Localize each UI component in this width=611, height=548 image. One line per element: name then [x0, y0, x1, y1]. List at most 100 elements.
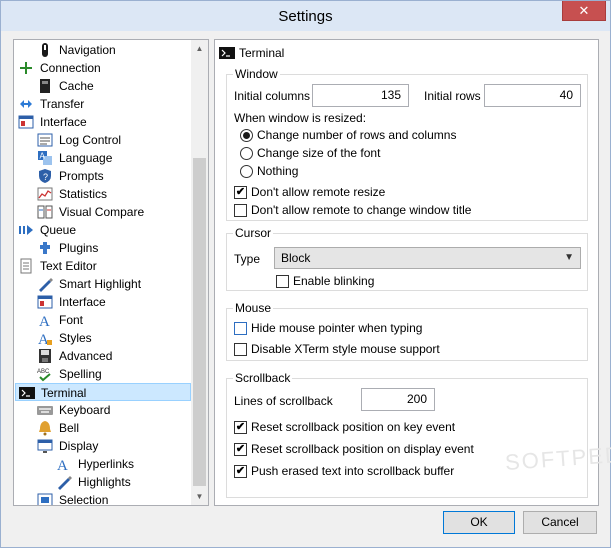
- radio-label: Change number of rows and columns: [257, 128, 457, 142]
- radio-dot[interactable]: [240, 129, 253, 142]
- checkbox-box[interactable]: ✔: [234, 421, 247, 434]
- scrollbar-thumb[interactable]: [193, 158, 206, 486]
- tree-item-plugins[interactable]: Plugins: [37, 239, 189, 257]
- checkbox-box[interactable]: [234, 204, 247, 217]
- display-icon: [37, 438, 53, 454]
- tree-item-smart-highlight[interactable]: Smart Highlight: [37, 275, 189, 293]
- checkbox-box[interactable]: ✔: [234, 465, 247, 478]
- checkbox-box[interactable]: ✔: [234, 186, 247, 199]
- cursor-type-value: Block: [281, 251, 311, 265]
- checkbox-box[interactable]: [234, 322, 247, 335]
- svg-text:?: ?: [43, 172, 48, 182]
- tree-item-label: Hyperlinks: [78, 457, 135, 471]
- tree-item-label: Interface: [59, 295, 106, 309]
- tree-item-label: Styles: [59, 331, 92, 345]
- tree-item-text-editor[interactable]: Text Editor: [18, 257, 189, 275]
- styles-icon: A: [37, 330, 53, 348]
- tree-item-label: Connection: [40, 61, 101, 75]
- tree-item-statistics[interactable]: Statistics: [37, 185, 189, 203]
- scroll-down-arrow-icon[interactable]: ▼: [191, 488, 208, 505]
- scrollback-group: Scrollback Lines of scrollback 200 ✔ Res…: [226, 371, 588, 498]
- tree-item-interface[interactable]: Interface: [18, 113, 189, 131]
- tree-item-label: Queue: [40, 223, 77, 237]
- smart-highlight-icon: [37, 276, 53, 292]
- tree-item-display[interactable]: Display: [37, 437, 189, 455]
- tree-item-styles[interactable]: A Styles: [37, 329, 189, 348]
- radio-dot[interactable]: [240, 147, 253, 160]
- svg-text:ABC: ABC: [37, 369, 50, 375]
- log-control-icon: [37, 132, 53, 148]
- checkbox-label: Reset scrollback position on display eve…: [251, 442, 474, 456]
- tree-item-label: Keyboard: [59, 403, 111, 417]
- svg-text:A: A: [39, 314, 50, 328]
- scroll-up-arrow-icon[interactable]: ▲: [191, 40, 208, 57]
- connection-icon: [18, 60, 34, 76]
- editor-interface-icon: [37, 294, 53, 310]
- title-bar: Settings ✕: [1, 1, 610, 31]
- tree-item-cache[interactable]: Cache: [37, 77, 189, 95]
- svg-text:A: A: [57, 458, 68, 472]
- tree-item-label: Interface: [40, 115, 87, 129]
- settings-tree[interactable]: Navigation Connection Cache Transfer Interfa…: [13, 39, 209, 506]
- tree-item-transfer[interactable]: Transfer: [18, 95, 189, 113]
- tree-item-label: Smart Highlight: [59, 277, 142, 291]
- checkbox-box[interactable]: ✔: [234, 443, 247, 456]
- tree-item-label: Display: [59, 439, 99, 453]
- transfer-icon: [18, 96, 34, 112]
- tree-item-log-control[interactable]: Log Control: [37, 131, 189, 149]
- lines-of-scrollback-label: Lines of scrollback: [234, 394, 333, 408]
- tree-item-queue[interactable]: Queue: [18, 221, 189, 239]
- tree-item-connection[interactable]: Connection: [18, 59, 189, 77]
- tree-item-font[interactable]: A Font: [37, 311, 189, 330]
- text-editor-icon: [18, 258, 34, 274]
- tree-item-label: Plugins: [59, 241, 99, 255]
- tree-item-prompts[interactable]: ? Prompts: [37, 167, 189, 185]
- cursor-type-select[interactable]: Block ▼: [274, 247, 581, 269]
- cancel-button[interactable]: Cancel: [523, 511, 597, 534]
- tree-item-editor-interface[interactable]: Interface: [37, 293, 189, 311]
- tree-item-label: Font: [59, 313, 84, 327]
- tree-item-label: Visual Compare: [59, 205, 145, 219]
- tree-scrollbar[interactable]: ▲ ▼: [191, 40, 208, 505]
- close-button[interactable]: ✕: [562, 1, 606, 21]
- lines-of-scrollback-input[interactable]: 200: [361, 388, 435, 411]
- tree-item-label: Advanced: [59, 349, 113, 363]
- tree-item-advanced[interactable]: Advanced: [37, 347, 189, 365]
- panel-heading-label: Terminal: [239, 46, 285, 60]
- terminal-icon: [19, 385, 35, 401]
- chevron-down-icon: ▼: [564, 252, 574, 263]
- tree-item-label: Navigation: [59, 43, 116, 57]
- interface-icon: [18, 114, 34, 130]
- tree-item-label: Text Editor: [40, 259, 97, 273]
- radio-dot[interactable]: [240, 165, 253, 178]
- resize-label: When window is resized:: [234, 111, 367, 125]
- tree-item-label: Language: [59, 151, 113, 165]
- checkbox-label: Don't allow remote to change window titl…: [251, 203, 472, 217]
- tree-item-language[interactable]: A Language: [37, 149, 189, 167]
- tree-item-terminal[interactable]: Terminal: [15, 383, 191, 401]
- tree-item-navigation[interactable]: Navigation: [37, 41, 189, 59]
- checkbox-box[interactable]: [234, 343, 247, 356]
- selection-icon: [37, 492, 53, 505]
- tree-item-hyperlinks[interactable]: A Hyperlinks: [56, 455, 189, 474]
- checkbox-box[interactable]: [276, 275, 289, 288]
- tree-item-selection[interactable]: Selection: [37, 491, 189, 506]
- tree-item-label: Selection: [59, 493, 109, 506]
- tree-item-visual-compare[interactable]: Visual Compare: [37, 203, 189, 221]
- tree-item-keyboard[interactable]: Keyboard: [37, 401, 189, 419]
- initial-rows-label: Initial rows: [424, 89, 481, 103]
- terminal-icon: [219, 47, 235, 59]
- ok-button[interactable]: OK: [443, 511, 515, 534]
- tree-item-spelling[interactable]: ABC Spelling: [37, 365, 189, 383]
- initial-rows-input[interactable]: 40: [484, 84, 581, 107]
- spelling-icon: ABC: [37, 366, 53, 382]
- tree-item-label: Spelling: [59, 367, 102, 381]
- initial-columns-input[interactable]: 135: [312, 84, 409, 107]
- checkbox-label: Reset scrollback position on key event: [251, 420, 456, 434]
- cursor-group: Cursor Type Block ▼ Enable blinking: [226, 226, 588, 291]
- tree-item-bell[interactable]: Bell: [37, 419, 189, 437]
- tree-item-highlights[interactable]: Highlights: [56, 473, 189, 491]
- navigation-icon: [37, 42, 53, 58]
- cursor-type-label: Type: [234, 252, 261, 266]
- highlights-icon: [56, 474, 72, 490]
